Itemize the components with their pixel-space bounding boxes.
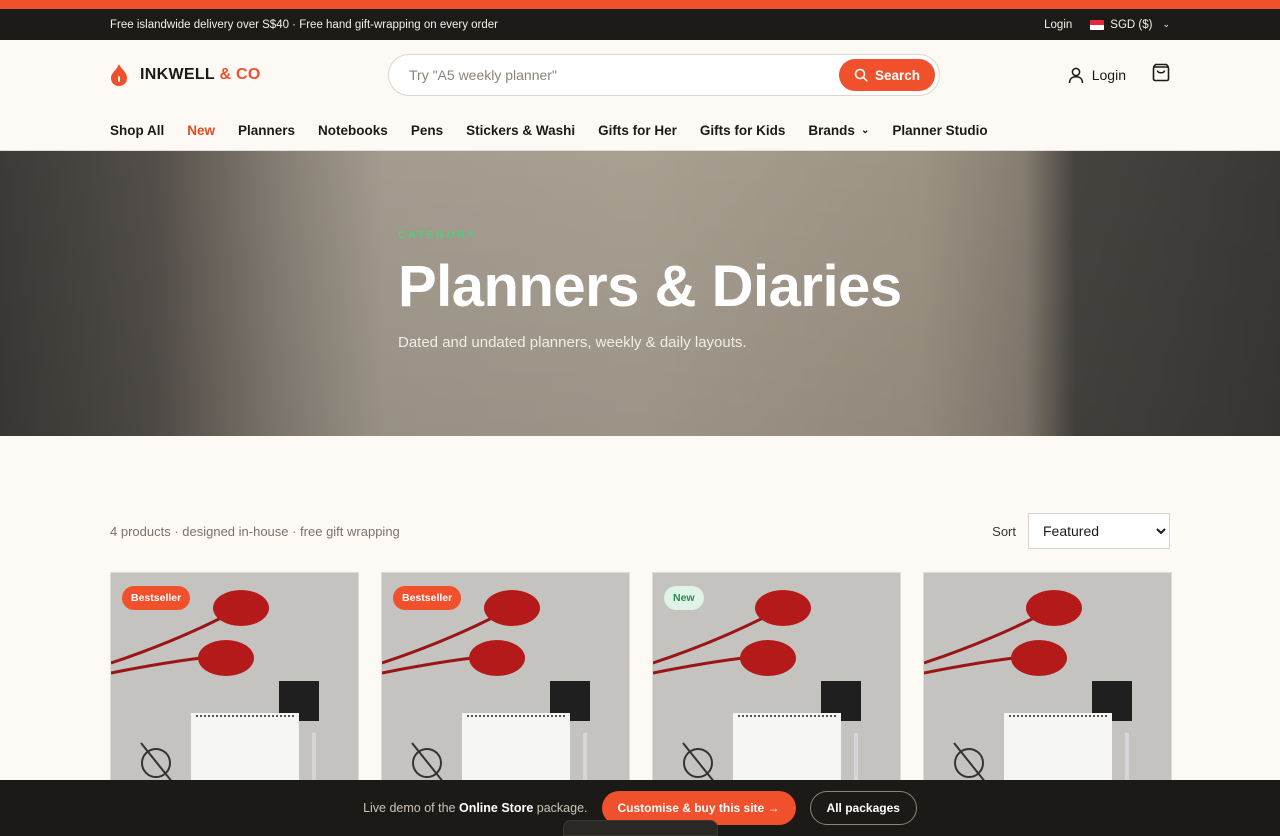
singapore-flag-icon: [1090, 19, 1105, 30]
product-image: [924, 573, 1171, 786]
nav-item-new[interactable]: New: [187, 123, 215, 138]
product-card[interactable]: Bestseller: [381, 572, 630, 787]
category-hero: CATEGORY Planners & Diaries Dated and un…: [0, 151, 1280, 436]
search-bar: Search: [388, 54, 940, 96]
product-card[interactable]: New: [652, 572, 901, 787]
bestseller-badge: Bestseller: [393, 586, 462, 610]
page-title: Planners & Diaries: [398, 254, 902, 319]
sort-label: Sort: [992, 523, 1016, 539]
search-icon: [854, 68, 868, 82]
announcement-right: Login SGD ($) ⌄: [1044, 19, 1170, 31]
nav-item-gifts-for-her[interactable]: Gifts for Her: [598, 123, 677, 138]
listing-toolbar: 4 products · designed in-house · free gi…: [110, 513, 1170, 549]
account-login-label: Login: [1091, 67, 1126, 83]
product-card[interactable]: [923, 572, 1172, 787]
brand-name: INKWELL & CO: [140, 66, 261, 84]
top-login-link[interactable]: Login: [1044, 19, 1072, 31]
chevron-down-icon: ⌄: [1162, 19, 1170, 29]
announcement-text: Free islandwide delivery over S$40 · Fre…: [110, 18, 499, 31]
nav-item-notebooks[interactable]: Notebooks: [318, 123, 388, 138]
nav-item-planners[interactable]: Planners: [238, 123, 295, 138]
search-button[interactable]: Search: [839, 59, 935, 91]
header-actions: Login: [1068, 40, 1170, 110]
nav-item-pens[interactable]: Pens: [411, 123, 443, 138]
currency-label: SGD ($): [1110, 18, 1153, 31]
product-count: 4 products · designed in-house · free gi…: [110, 523, 400, 539]
account-login-link[interactable]: Login: [1068, 67, 1126, 84]
sort-select[interactable]: Featured: [1028, 513, 1170, 549]
nav-item-brands[interactable]: Brands ⌄: [808, 123, 869, 138]
cart-button[interactable]: [1152, 63, 1170, 87]
floating-toolbar-handle[interactable]: [563, 820, 718, 836]
product-card[interactable]: Bestseller: [110, 572, 359, 787]
site-header: INKWELL & CO Search Login: [0, 40, 1280, 110]
nav-item-shop-all[interactable]: Shop All: [110, 123, 164, 138]
search-button-label: Search: [874, 67, 921, 83]
nav-item-planner-studio[interactable]: Planner Studio: [892, 123, 987, 138]
demo-text-suffix: package.: [536, 801, 588, 815]
brand-logo[interactable]: INKWELL & CO: [110, 63, 261, 87]
user-icon: [1068, 67, 1083, 83]
shopping-bag-icon: [1152, 63, 1170, 82]
nav-item-stickers-washi[interactable]: Stickers & Washi: [466, 123, 575, 138]
demo-text-package: Online Store: [458, 801, 534, 815]
demo-text-prefix: Live demo of the: [363, 801, 456, 815]
main-navigation: Shop All New Planners Notebooks Pens Sti…: [0, 110, 1280, 151]
announcement-bar: Free islandwide delivery over S$40 · Fre…: [0, 9, 1280, 40]
all-packages-button[interactable]: All packages: [809, 791, 917, 825]
flame-logo-icon: [111, 64, 127, 86]
bestseller-badge: Bestseller: [122, 586, 191, 610]
hero-content: CATEGORY Planners & Diaries Dated and un…: [398, 229, 902, 351]
hero-subtitle: Dated and undated planners, weekly & dai…: [398, 334, 747, 351]
product-grid: Bestseller Bestseller New: [110, 572, 1172, 787]
hero-kicker: CATEGORY: [398, 229, 477, 241]
sort-control: Sort Featured: [992, 513, 1170, 549]
nav-item-brands-label: Brands: [808, 122, 855, 138]
top-accent-stripe: [0, 0, 1280, 9]
nav-item-gifts-for-kids[interactable]: Gifts for Kids: [700, 123, 786, 138]
brand-name-accent: & CO: [219, 66, 261, 83]
brand-name-main: INKWELL: [140, 66, 215, 83]
new-badge: New: [664, 586, 704, 610]
demo-banner-text: Live demo of the Online Store package.: [363, 801, 587, 815]
currency-selector[interactable]: SGD ($) ⌄: [1090, 19, 1170, 31]
chevron-down-icon: ⌄: [860, 124, 870, 136]
